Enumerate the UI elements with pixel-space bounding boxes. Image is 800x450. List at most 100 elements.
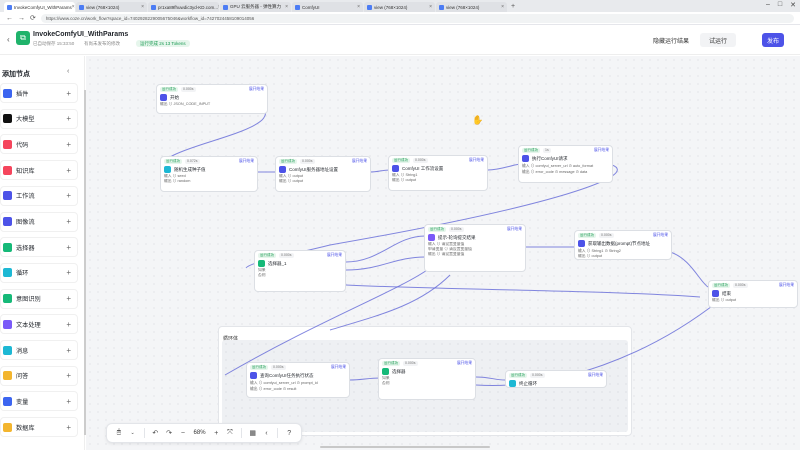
- workflow-node[interactable]: 运行成功 0.000s 展开结果 结束 输出 ⊙ output: [708, 280, 798, 308]
- expand-result-link[interactable]: 展开结果: [469, 158, 484, 163]
- add-node-icon[interactable]: +: [66, 371, 71, 380]
- browser-tab[interactable]: InvokeComfyUI_WithParams ×: [4, 2, 75, 12]
- sidebar-item[interactable]: 插件 +: [0, 83, 78, 103]
- browser-tab[interactable]: pr1xa89fhuwdic3yd-KD.com...×: [148, 2, 219, 12]
- browser-tab[interactable]: view (768×1024) ×: [76, 2, 147, 12]
- sidebar-item[interactable]: 意图识别 +: [0, 288, 78, 309]
- add-node-icon[interactable]: +: [66, 191, 71, 200]
- back-arrow-icon[interactable]: ‹: [7, 35, 10, 44]
- expand-result-link[interactable]: 展开结果: [653, 233, 668, 238]
- add-node-icon[interactable]: +: [66, 320, 71, 329]
- workflow-logo-icon: ⧉: [16, 31, 30, 45]
- browser-tab[interactable]: view (768×1024) ×: [436, 2, 507, 12]
- workflow-node[interactable]: 运行成功 0.000s 展开结果 开始 输出 ⊙ JSON_CODE_INPUT: [156, 84, 268, 114]
- close-tab-icon[interactable]: ×: [357, 4, 360, 10]
- new-tab-button[interactable]: +: [511, 3, 515, 10]
- workflow-node[interactable]: 运行成功 0.072s 展开结果 随机生成种子值 输入 ⊙ seed 输出 ⊙ rando…: [160, 156, 258, 192]
- node-title-row: 查询ComfyUI任务执行状态: [247, 371, 349, 380]
- node-status-bar: 运行成功 0.000s 展开结果: [379, 359, 475, 367]
- node-title-row: 随机生成种子值: [161, 165, 257, 174]
- add-node-icon[interactable]: +: [66, 140, 71, 149]
- add-node-icon[interactable]: +: [66, 397, 71, 406]
- collapse-sidebar-icon[interactable]: ‹: [67, 68, 69, 75]
- run-status-badge[interactable]: 运行完成 2s 13 Tokens: [136, 40, 190, 47]
- sidebar-item[interactable]: 问答 +: [0, 365, 78, 386]
- close-tab-icon[interactable]: ×: [141, 4, 144, 10]
- expand-result-link[interactable]: 展开结果: [331, 365, 346, 370]
- back-nav-icon[interactable]: ←: [6, 15, 13, 22]
- node-param-row: 否则: [258, 273, 266, 277]
- node-type-icon: [3, 294, 12, 304]
- sidebar-item[interactable]: 图像流 +: [0, 211, 78, 232]
- collapse-toolbar-icon[interactable]: ‹: [260, 430, 274, 437]
- add-node-icon[interactable]: +: [66, 346, 71, 355]
- close-tab-icon[interactable]: ×: [218, 4, 219, 10]
- browser-tab[interactable]: ComfyUI ×: [292, 2, 363, 12]
- zoom-in-icon[interactable]: +: [209, 430, 223, 437]
- publish-button[interactable]: 发布: [762, 33, 784, 47]
- sidebar-item[interactable]: 变量 +: [0, 391, 78, 412]
- sidebar-item[interactable]: 选择器 +: [0, 237, 78, 258]
- sidebar-item[interactable]: 知识库 +: [0, 160, 78, 181]
- add-node-icon[interactable]: +: [66, 268, 71, 277]
- add-node-icon[interactable]: +: [66, 423, 71, 432]
- workflow-node[interactable]: 运行成功 0.000s 展开结果 终止循环: [505, 370, 607, 388]
- maximize-icon[interactable]: □: [778, 1, 782, 9]
- hide-result-button[interactable]: 隐藏运行结果: [648, 33, 694, 47]
- add-node-icon[interactable]: +: [66, 89, 71, 98]
- zoom-level[interactable]: 68%: [190, 430, 210, 436]
- browser-tab[interactable]: GPU 云服务器 - 弹性算力 ×: [220, 2, 291, 12]
- url-input[interactable]: https://www.coze.cn/work_flow?space_id=7…: [40, 13, 794, 23]
- expand-result-link[interactable]: 展开结果: [327, 253, 342, 258]
- zoom-out-icon[interactable]: −: [176, 430, 190, 437]
- help-icon[interactable]: ?: [282, 430, 296, 437]
- sidebar-item[interactable]: 代码 +: [0, 134, 78, 155]
- add-node-icon[interactable]: +: [66, 294, 71, 303]
- add-node-icon[interactable]: +: [66, 114, 71, 123]
- reload-icon[interactable]: ⟳: [30, 14, 36, 22]
- close-tab-icon[interactable]: ×: [72, 4, 75, 10]
- expand-result-link[interactable]: 展开结果: [594, 148, 609, 153]
- expand-result-link[interactable]: 展开结果: [507, 227, 522, 232]
- add-node-icon[interactable]: +: [66, 217, 71, 226]
- expand-result-link[interactable]: 展开结果: [779, 283, 794, 288]
- sidebar-item[interactable]: 工作流 +: [0, 185, 78, 206]
- test-run-button[interactable]: 试运行: [700, 33, 736, 47]
- workflow-node[interactable]: 运行成功 0.000s 展开结果 ComfyUI服务器地址设置 输入 ⊙ output 输…: [275, 156, 371, 192]
- close-tab-icon[interactable]: ×: [285, 4, 288, 10]
- sidebar-item[interactable]: 循环 +: [0, 262, 78, 283]
- close-tab-icon[interactable]: ×: [429, 4, 432, 10]
- minimize-icon[interactable]: –: [766, 1, 770, 9]
- workflow-node[interactable]: 运行成功 0.000s 展开结果 选择器 如果 否则: [378, 358, 476, 400]
- sidebar-item[interactable]: 数据库 +: [0, 417, 78, 438]
- expand-result-link[interactable]: 展开结果: [588, 373, 603, 378]
- expand-result-link[interactable]: 展开结果: [249, 87, 264, 92]
- workflow-node[interactable]: 运行成功 0.000s 展开结果 查询ComfyUI任务执行状态 输入 ⊙ comfyu…: [246, 362, 350, 398]
- workflow-node[interactable]: 运行成功 1s 展开结果 执行ComfyUI请求 输入 ⊙ comfyui_server…: [518, 145, 613, 183]
- redo-icon[interactable]: ↷: [162, 429, 176, 437]
- expand-result-link[interactable]: 展开结果: [239, 159, 254, 164]
- pointer-mode-icon[interactable]: 🖱: [112, 429, 126, 437]
- workflow-node[interactable]: 运行成功 0.000s 展开结果 获取输出数据(prompt)节点地址 输入 ⊙ Str…: [574, 230, 672, 260]
- expand-result-link[interactable]: 展开结果: [352, 159, 367, 164]
- browser-tab[interactable]: view (768×1024) ×: [364, 2, 435, 12]
- workflow-node[interactable]: 运行成功 0.000s 展开结果 ComfyUI 工作流设置 输入 ⊙ String1 输…: [388, 155, 488, 191]
- close-tab-icon[interactable]: ×: [501, 4, 504, 10]
- node-status-bar: 运行成功 0.000s 展开结果: [157, 85, 267, 93]
- add-node-icon[interactable]: +: [66, 243, 71, 252]
- fit-view-icon[interactable]: ⤧: [223, 429, 237, 437]
- node-status-badge: 运行成功: [392, 157, 410, 163]
- expand-result-link[interactable]: 展开结果: [457, 361, 472, 366]
- workflow-node[interactable]: 运行成功 0.000s 展开结果 提示-轮询提交结果 输入 ⊙ 请设置变量值 申请变量 ⊙…: [424, 224, 526, 272]
- sidebar-item[interactable]: 消息 +: [0, 340, 78, 360]
- minimap-icon[interactable]: ▦: [246, 429, 260, 437]
- sidebar-item[interactable]: 文本处理 +: [0, 314, 78, 335]
- mode-dropdown-icon[interactable]: ⌄: [126, 430, 140, 436]
- add-node-icon[interactable]: +: [66, 166, 71, 175]
- workflow-node[interactable]: 运行成功 0.000s 展开结果 选择器_1 如果 否则: [254, 250, 346, 292]
- undo-icon[interactable]: ↶: [148, 429, 162, 437]
- forward-nav-icon[interactable]: →: [18, 15, 25, 22]
- canvas-horizontal-scrollbar[interactable]: [320, 446, 490, 448]
- sidebar-item[interactable]: 大模型 +: [0, 108, 78, 129]
- close-window-icon[interactable]: ✕: [790, 1, 796, 9]
